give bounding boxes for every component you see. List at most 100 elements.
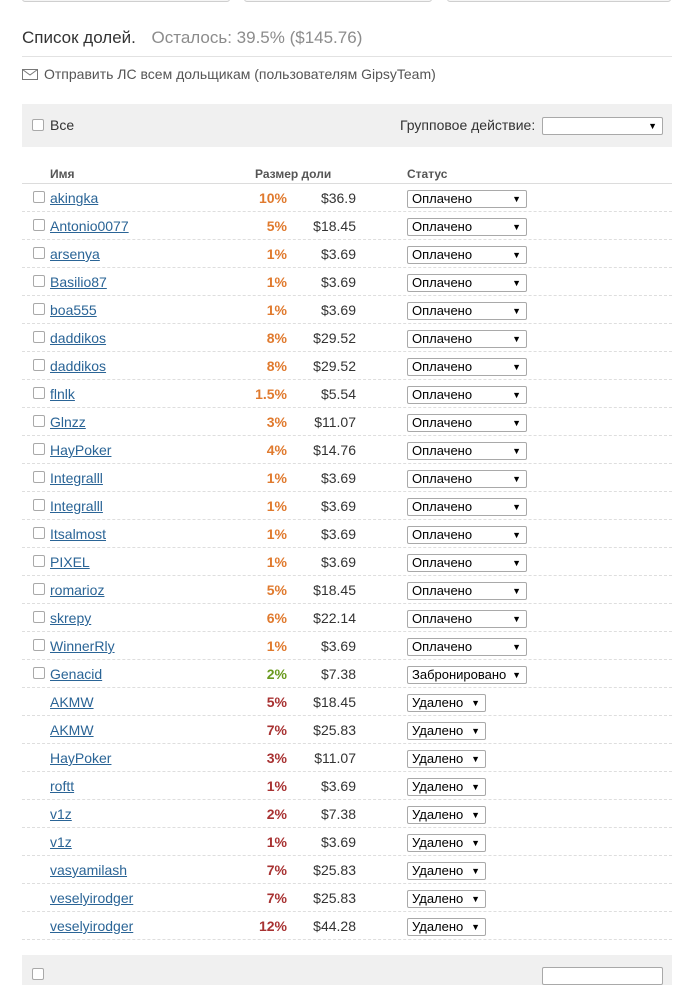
pm-all-shareholders[interactable]: Отправить ЛС всем дольщикам (пользовател… bbox=[22, 66, 436, 82]
row-checkbox[interactable] bbox=[33, 667, 45, 679]
shareholder-link[interactable]: romarioz bbox=[50, 582, 104, 598]
status-select[interactable]: Оплачено ▼ bbox=[407, 582, 527, 600]
shareholder-link[interactable]: HayPoker bbox=[50, 442, 111, 458]
shareholder-link[interactable]: Glnzz bbox=[50, 414, 86, 430]
shareholder-link[interactable]: AKMW bbox=[50, 722, 94, 738]
status-select[interactable]: Оплачено ▼ bbox=[407, 302, 527, 320]
top-button-2[interactable] bbox=[244, 0, 432, 2]
row-checkbox[interactable] bbox=[33, 499, 45, 511]
shareholder-link[interactable]: boa555 bbox=[50, 302, 97, 318]
table-row: HayPoker 4% $14.76 Оплачено ▼ bbox=[22, 436, 672, 464]
shareholder-link[interactable]: Integralll bbox=[50, 498, 103, 514]
status-select[interactable]: Оплачено ▼ bbox=[407, 414, 527, 432]
shareholder-link[interactable]: flnlk bbox=[50, 386, 75, 402]
row-checkbox[interactable] bbox=[33, 471, 45, 483]
share-percent: 3% bbox=[266, 750, 287, 766]
status-value: Удалено bbox=[412, 863, 464, 878]
status-select[interactable]: Оплачено ▼ bbox=[407, 554, 527, 572]
shareholder-link[interactable]: daddikos bbox=[50, 358, 106, 374]
shareholder-link[interactable]: arsenya bbox=[50, 246, 100, 262]
shareholder-link[interactable]: veselyirodger bbox=[50, 918, 133, 934]
shareholder-link[interactable]: vasyamilash bbox=[50, 862, 127, 878]
shareholder-link[interactable]: skrepy bbox=[50, 610, 91, 626]
share-percent: 1% bbox=[266, 638, 287, 654]
share-percent: 7% bbox=[266, 890, 287, 906]
row-checkbox[interactable] bbox=[33, 415, 45, 427]
row-checkbox[interactable] bbox=[33, 219, 45, 231]
row-checkbox[interactable] bbox=[33, 359, 45, 371]
status-select[interactable]: Оплачено ▼ bbox=[407, 386, 527, 404]
shareholder-link[interactable]: roftt bbox=[50, 778, 74, 794]
row-checkbox[interactable] bbox=[33, 583, 45, 595]
group-action-label: Групповое действие: bbox=[400, 117, 536, 133]
row-checkbox[interactable] bbox=[33, 191, 45, 203]
shareholder-link[interactable]: Basilio87 bbox=[50, 274, 107, 290]
status-select[interactable]: Удалено ▼ bbox=[407, 722, 486, 740]
status-select[interactable]: Оплачено ▼ bbox=[407, 190, 527, 208]
shareholder-link[interactable]: Itsalmost bbox=[50, 526, 106, 542]
share-percent: 2% bbox=[266, 806, 287, 822]
status-select[interactable]: Оплачено ▼ bbox=[407, 470, 527, 488]
status-select[interactable]: Удалено ▼ bbox=[407, 750, 486, 768]
status-select[interactable]: Удалено ▼ bbox=[407, 862, 486, 880]
status-select[interactable]: Оплачено ▼ bbox=[407, 498, 527, 516]
share-percent: 1% bbox=[266, 526, 287, 542]
status-select[interactable]: Оплачено ▼ bbox=[407, 358, 527, 376]
row-checkbox[interactable] bbox=[33, 555, 45, 567]
table-row: vasyamilash 7% $25.83 Удалено ▼ bbox=[22, 856, 672, 884]
status-select[interactable]: Оплачено ▼ bbox=[407, 638, 527, 656]
share-amount: $36.9 bbox=[320, 190, 356, 206]
status-select[interactable]: Удалено ▼ bbox=[407, 918, 486, 936]
status-select[interactable]: Оплачено ▼ bbox=[407, 330, 527, 348]
row-checkbox[interactable] bbox=[33, 303, 45, 315]
shareholder-link[interactable]: Genacid bbox=[50, 666, 102, 682]
shareholder-link[interactable]: PIXEL bbox=[50, 554, 90, 570]
status-value: Оплачено bbox=[412, 219, 473, 234]
shareholder-link[interactable]: AKMW bbox=[50, 694, 94, 710]
row-checkbox[interactable] bbox=[33, 331, 45, 343]
status-select[interactable]: Оплачено ▼ bbox=[407, 610, 527, 628]
select-all-checkbox[interactable] bbox=[32, 119, 44, 131]
shareholder-link[interactable]: akingka bbox=[50, 190, 98, 206]
top-button-3[interactable] bbox=[447, 0, 671, 2]
status-value: Оплачено bbox=[412, 555, 473, 570]
status-select[interactable]: Удалено ▼ bbox=[407, 806, 486, 824]
top-button-1[interactable] bbox=[22, 0, 230, 2]
status-select[interactable]: Удалено ▼ bbox=[407, 890, 486, 908]
status-value: Оплачено bbox=[412, 639, 473, 654]
table-row: daddikos 8% $29.52 Оплачено ▼ bbox=[22, 352, 672, 380]
chevron-down-icon: ▼ bbox=[512, 502, 521, 512]
row-checkbox[interactable] bbox=[33, 387, 45, 399]
share-percent: 5% bbox=[266, 694, 287, 710]
shareholder-link[interactable]: Integralll bbox=[50, 470, 103, 486]
row-checkbox[interactable] bbox=[33, 527, 45, 539]
shareholder-link[interactable]: WinnerRly bbox=[50, 638, 115, 654]
row-checkbox[interactable] bbox=[33, 443, 45, 455]
row-checkbox[interactable] bbox=[33, 611, 45, 623]
table-row: romarioz 5% $18.45 Оплачено ▼ bbox=[22, 576, 672, 604]
row-checkbox[interactable] bbox=[33, 275, 45, 287]
status-select[interactable]: Забронировано ▼ bbox=[407, 666, 527, 684]
shareholder-link[interactable]: v1z bbox=[50, 834, 72, 850]
select-all[interactable]: Все bbox=[32, 117, 74, 133]
shareholder-link[interactable]: HayPoker bbox=[50, 750, 111, 766]
status-value: Оплачено bbox=[412, 275, 473, 290]
shareholder-link[interactable]: daddikos bbox=[50, 330, 106, 346]
shareholder-link[interactable]: v1z bbox=[50, 806, 72, 822]
status-select[interactable]: Удалено ▼ bbox=[407, 834, 486, 852]
row-checkbox[interactable] bbox=[33, 639, 45, 651]
status-select[interactable]: Оплачено ▼ bbox=[407, 218, 527, 236]
group-action-select[interactable]: ▼ bbox=[542, 117, 663, 135]
row-checkbox[interactable] bbox=[33, 247, 45, 259]
share-percent: 1% bbox=[266, 834, 287, 850]
shareholder-link[interactable]: Antonio0077 bbox=[50, 218, 129, 234]
status-select[interactable]: Оплачено ▼ bbox=[407, 442, 527, 460]
status-select[interactable]: Оплачено ▼ bbox=[407, 246, 527, 264]
shareholder-link[interactable]: veselyirodger bbox=[50, 890, 133, 906]
status-select[interactable]: Оплачено ▼ bbox=[407, 526, 527, 544]
table-row: Antonio0077 5% $18.45 Оплачено ▼ bbox=[22, 212, 672, 240]
status-select[interactable]: Оплачено ▼ bbox=[407, 274, 527, 292]
status-select[interactable]: Удалено ▼ bbox=[407, 694, 486, 712]
pm-link[interactable]: Отправить ЛС всем дольщикам (пользовател… bbox=[44, 66, 436, 82]
status-select[interactable]: Удалено ▼ bbox=[407, 778, 486, 796]
